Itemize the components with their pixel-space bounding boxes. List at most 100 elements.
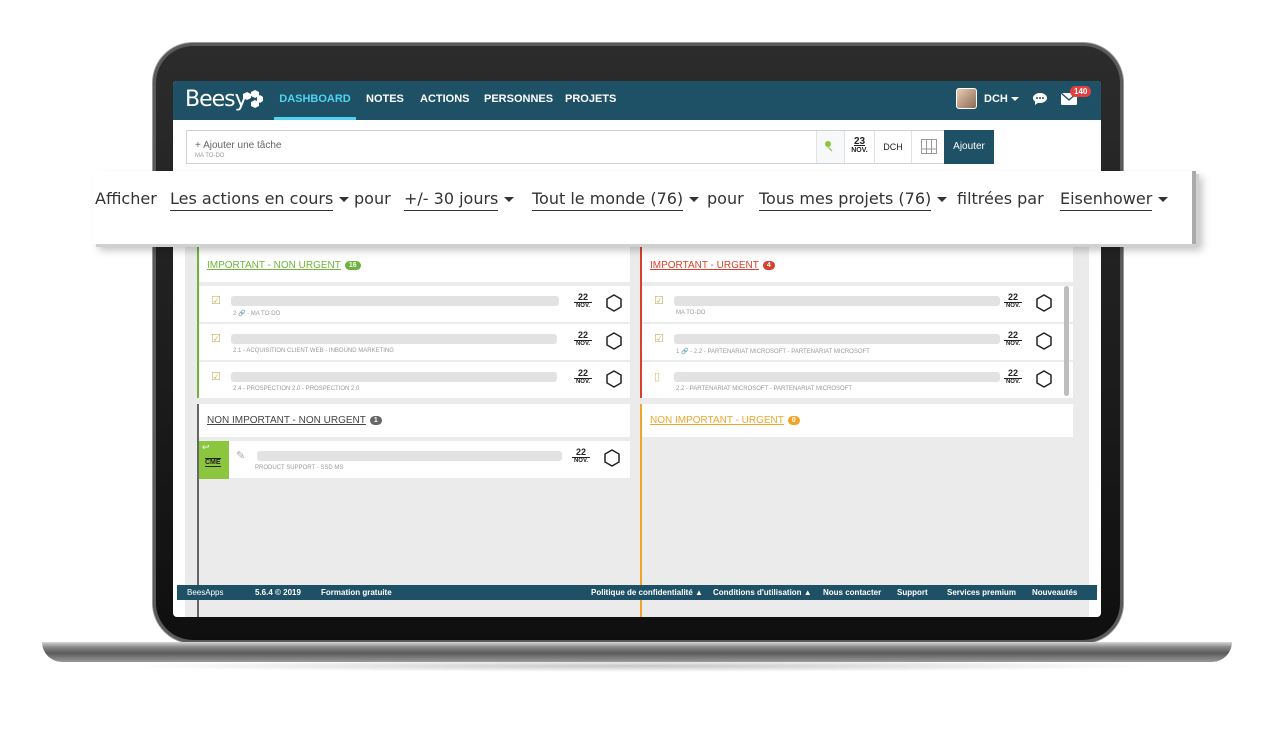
quadrant-title[interactable]: IMPORTANT - NON URGENT 16 — [207, 260, 361, 271]
add-task-bar: + Ajouter une tâche MA TO-DO 23 NOV. DCH — [186, 130, 994, 164]
user-menu[interactable]: DCH — [984, 93, 1019, 105]
laptop-base — [42, 642, 1232, 662]
task-due-date[interactable]: 22 NOV. — [1004, 330, 1022, 347]
filter-period-dropdown[interactable]: +/- 30 jours — [404, 189, 515, 211]
task-meta: 2.2 - PARTENARIAT MICROSOFT - PARTENARIA… — [676, 386, 853, 392]
cme-tag[interactable]: ↩ CME — [199, 441, 229, 479]
pencil-icon: ✎ — [236, 450, 246, 462]
add-task-input[interactable]: + Ajouter une tâche — [195, 140, 281, 151]
app-logo[interactable]: Beesy — [185, 87, 248, 112]
tab-projets[interactable]: PROJETS — [565, 81, 616, 120]
app-screen: Beesy DASHBOARD NOTES ACTIONS PERSONNES … — [173, 81, 1101, 617]
footer-brand[interactable]: BeesApps — [187, 588, 223, 597]
quadrant-title[interactable]: NON IMPORTANT - URGENT 0 — [650, 415, 800, 426]
task-due-month: NOV. — [1005, 341, 1021, 347]
quadrant-title-text: NON IMPORTANT - NON URGENT — [207, 415, 366, 426]
task-row[interactable]: ↩ CME ✎ PRODUCT SUPPORT - SSD MS 22 NOV. — [199, 440, 630, 479]
footer-contact-link[interactable]: Nous contacter — [823, 588, 881, 597]
footer-premium-link[interactable]: Services premium — [947, 588, 1016, 597]
task-meta: PRODUCT SUPPORT - SSD MS — [255, 465, 344, 471]
quadrant-title-text: NON IMPORTANT - URGENT — [650, 415, 784, 426]
quadrant-count-badge: 4 — [762, 260, 775, 270]
quadrant-count-badge: 1 — [369, 415, 382, 425]
tab-dashboard[interactable]: DASHBOARD — [274, 81, 356, 120]
footer-version: 5.6.4 © 2019 — [255, 588, 301, 597]
status-hexagon-icon[interactable] — [1035, 370, 1053, 388]
checklist-icon: ☑ — [211, 333, 221, 345]
task-due-month: NOV. — [575, 303, 591, 309]
filter-projects-dropdown[interactable]: Tous mes projets (76) — [759, 189, 948, 211]
tab-notes[interactable]: NOTES — [366, 81, 404, 120]
status-hexagon-icon[interactable] — [603, 449, 621, 467]
cme-tag-label: CME — [205, 458, 221, 467]
quadrant-title[interactable]: NON IMPORTANT - NON URGENT 1 — [207, 415, 382, 426]
status-hexagon-icon[interactable] — [1035, 294, 1053, 312]
task-due-day: 22 — [1004, 368, 1022, 379]
task-row[interactable]: ☑ 2.4 - PROSPECTION 2.0 - PROSPECTION 2.… — [199, 361, 630, 398]
due-date-picker[interactable]: 23 NOV. — [844, 131, 874, 163]
assignee-selector[interactable]: DCH — [874, 131, 911, 163]
task-title-bar — [257, 451, 562, 461]
footer-training-link[interactable]: Formation gratuite — [321, 588, 392, 597]
top-navbar: Beesy DASHBOARD NOTES ACTIONS PERSONNES … — [173, 81, 1101, 120]
filter-period-value: +/- 30 jours — [404, 189, 499, 211]
reply-icon: ↩ — [202, 442, 210, 452]
status-hexagon-icon[interactable] — [605, 294, 623, 312]
pin-icon — [825, 141, 833, 152]
tab-personnes[interactable]: PERSONNES — [484, 81, 553, 120]
footer-terms-link[interactable]: Conditions d'utilisation ▲ — [713, 588, 812, 597]
quadrant-title-text: IMPORTANT - NON URGENT — [207, 260, 341, 271]
project-pin-cell[interactable] — [816, 131, 844, 163]
task-row[interactable]: ☑ 2.1 - ACQUISITION CLIENT WEB - INBOUND… — [199, 323, 630, 360]
status-hexagon-icon[interactable] — [1035, 332, 1053, 350]
filter-projects-value: Tous mes projets (76) — [759, 189, 932, 211]
add-task-button[interactable]: Ajouter — [944, 130, 994, 164]
footer-news-link[interactable]: Nouveautés — [1032, 588, 1077, 597]
filter-bar: Afficher Les actions en cours pour +/- 3… — [93, 171, 1196, 244]
scrollbar[interactable] — [1064, 286, 1069, 396]
avatar[interactable] — [956, 88, 977, 109]
task-title-bar — [674, 296, 1000, 306]
filter-filtered-by-label: filtrées par — [957, 189, 1044, 208]
tab-actions[interactable]: ACTIONS — [420, 81, 470, 120]
task-due-day: 22 — [572, 447, 590, 458]
footer-support-link[interactable]: Support — [897, 588, 928, 597]
filter-actions-dropdown[interactable]: Les actions en cours — [170, 189, 350, 211]
quadrant-count-badge: 0 — [787, 415, 800, 425]
task-row[interactable]: ▯ 2.2 - PARTENARIAT MICROSOFT - PARTENAR… — [642, 361, 1073, 398]
due-date-day: 23 — [853, 136, 866, 147]
task-row[interactable]: ☑ 2 🔗 - MA TO-DO 22 NOV. — [199, 285, 630, 322]
task-due-month: NOV. — [575, 379, 591, 385]
quadrant-title[interactable]: IMPORTANT - URGENT 4 — [650, 260, 775, 271]
status-hexagon-icon[interactable] — [605, 332, 623, 350]
task-due-date[interactable]: 22 NOV. — [572, 447, 590, 464]
task-meta: 1 🔗 - 2.2 - PARTENARIAT MICROSOFT - PART… — [676, 349, 870, 355]
filter-people-value: Tout le monde (76) — [532, 189, 684, 211]
status-hexagon-icon[interactable] — [605, 370, 623, 388]
task-due-date[interactable]: 22 NOV. — [574, 368, 592, 385]
checklist-icon: ☑ — [654, 333, 664, 345]
chevron-down-icon — [504, 197, 515, 202]
footer-privacy-link[interactable]: Politique de confidentialité ▲ — [591, 588, 703, 597]
filter-for-label-2: pour — [707, 189, 744, 208]
logo-hexagons-icon — [243, 90, 263, 108]
task-due-date[interactable]: 22 NOV. — [1004, 368, 1022, 385]
filter-people-dropdown[interactable]: Tout le monde (76) — [532, 189, 700, 211]
chat-icon[interactable] — [1033, 93, 1047, 105]
task-row[interactable]: ☑ MA TO-DO 22 NOV. — [642, 285, 1073, 322]
chevron-down-icon — [937, 197, 948, 202]
task-due-date[interactable]: 22 NOV. — [1004, 292, 1022, 309]
task-due-date[interactable]: 22 NOV. — [574, 292, 592, 309]
due-date-month: NOV. — [851, 147, 868, 154]
task-due-month: NOV. — [573, 458, 589, 464]
task-due-day: 22 — [574, 330, 592, 341]
chevron-down-icon — [339, 197, 350, 202]
board-selector[interactable] — [911, 131, 945, 163]
task-title-bar — [231, 372, 557, 382]
task-row[interactable]: ☑ 1 🔗 - 2.2 - PARTENARIAT MICROSOFT - PA… — [642, 323, 1073, 360]
task-meta: 2.1 - ACQUISITION CLIENT WEB - INBOUND M… — [233, 348, 394, 354]
filter-method-dropdown[interactable]: Eisenhower — [1060, 189, 1169, 211]
stage: Beesy DASHBOARD NOTES ACTIONS PERSONNES … — [0, 0, 1275, 735]
filter-for-label: pour — [354, 189, 391, 208]
task-due-date[interactable]: 22 NOV. — [574, 330, 592, 347]
